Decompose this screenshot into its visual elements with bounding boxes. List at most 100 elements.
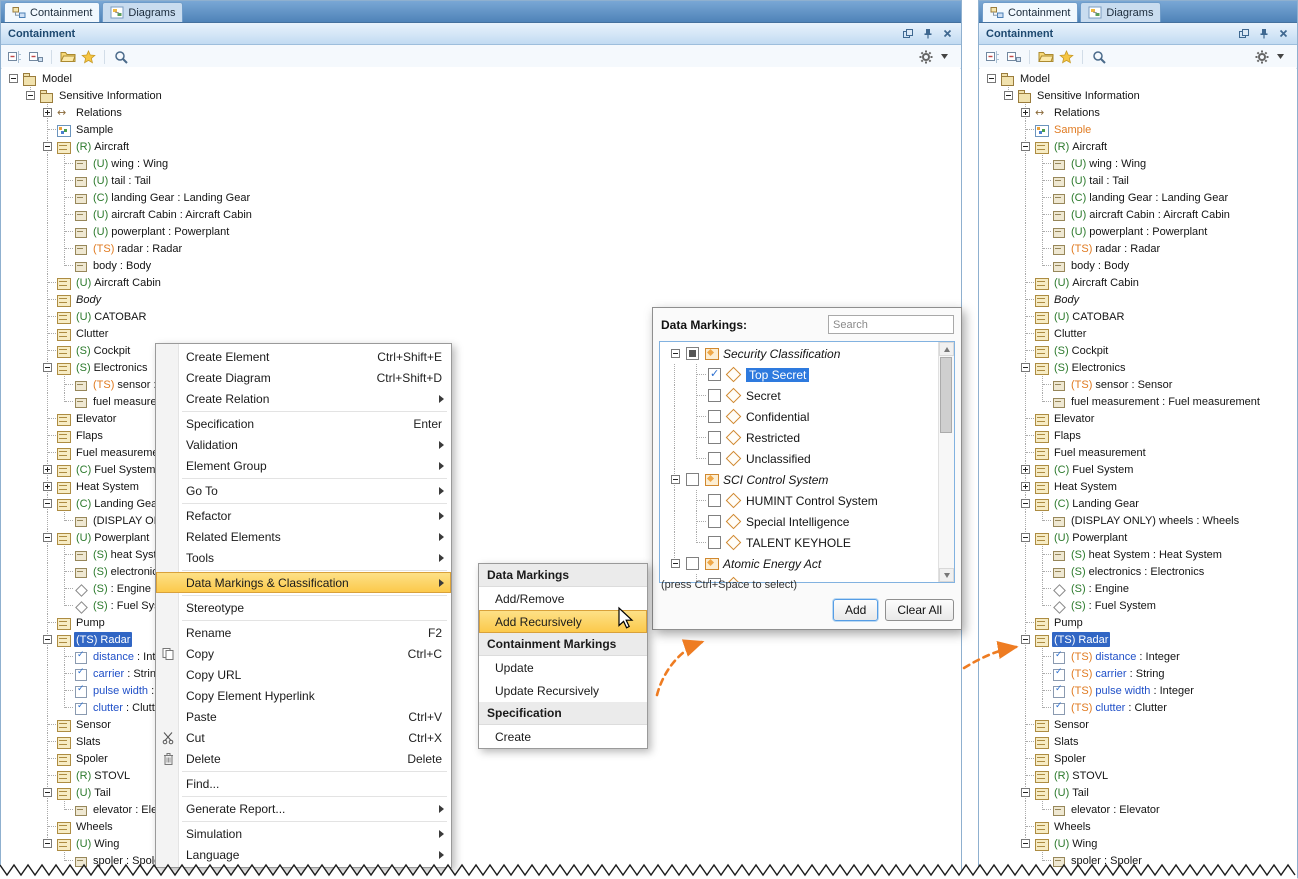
right-tree-item-body[interactable]: Body — [980, 291, 1296, 308]
add-button[interactable]: Add — [833, 599, 878, 621]
menu-item-go-to[interactable]: Go To — [156, 480, 451, 501]
right-tree-item-model[interactable]: Model — [980, 70, 1296, 87]
right-tree-item-u-catobar[interactable]: (U)CATOBAR — [980, 308, 1296, 325]
menu-item-copy-url[interactable]: Copy URL — [156, 664, 451, 685]
menu-item-data-markings-classification[interactable]: Data Markings & Classification — [156, 572, 451, 593]
right-tree-item-wheels[interactable]: Wheels — [980, 818, 1296, 835]
right-tree-item-sensor[interactable]: Sensor — [980, 716, 1296, 733]
dm-item-sci-control-system[interactable]: SCI Control System — [660, 469, 939, 490]
right-tree-item-u-tail[interactable]: (U)Tail — [980, 784, 1296, 801]
right-tree-item-fuel-measurement[interactable]: fuel measurement : Fuel measurement — [980, 393, 1296, 410]
right-tree-item-relations[interactable]: Relations — [980, 104, 1296, 121]
left-tab-diagrams[interactable]: Diagrams — [102, 2, 183, 22]
right-tab-diagrams[interactable]: Diagrams — [1080, 2, 1161, 22]
collapse-icon[interactable] — [1021, 142, 1030, 151]
collapse-icon[interactable] — [1021, 635, 1030, 644]
dm-item-secret[interactable]: Secret — [660, 385, 939, 406]
collapse-all-icon[interactable] — [6, 48, 23, 66]
collapse-selected-icon[interactable] — [1005, 48, 1022, 66]
right-tree-item-ts-radar[interactable]: (TS)Radar — [980, 631, 1296, 648]
menu-item-copy-element-hyperlink[interactable]: Copy Element Hyperlink — [156, 685, 451, 706]
right-tree-item-u-powerplant[interactable]: (U)Powerplant — [980, 529, 1296, 546]
menu-item-rename[interactable]: RenameF2 — [156, 622, 451, 643]
menu-item-validation[interactable]: Validation — [156, 434, 451, 455]
checkbox-empty[interactable] — [708, 452, 721, 465]
scrollbar[interactable] — [938, 342, 954, 582]
menu-item-related-elements[interactable]: Related Elements — [156, 526, 451, 547]
left-tree-item-wheels[interactable]: Wheels — [2, 818, 960, 835]
right-tree-item-u-aircraft-cabin[interactable]: (U)Aircraft Cabin — [980, 274, 1296, 291]
right-tree-item-s-electronics[interactable]: (S)Electronics — [980, 359, 1296, 376]
right-tree-item-s-engine[interactable]: (S): Engine — [980, 580, 1296, 597]
checkbox-empty[interactable] — [686, 473, 699, 486]
clear-all-button[interactable]: Clear All — [885, 599, 954, 621]
options-icon[interactable] — [917, 48, 934, 66]
dm-item-restricted[interactable]: Restricted — [660, 427, 939, 448]
collapse-icon[interactable] — [1004, 91, 1013, 100]
collapse-icon[interactable] — [1021, 788, 1030, 797]
search-icon[interactable] — [112, 48, 129, 66]
right-tree-item-spoler[interactable]: spoler : Spoler — [980, 852, 1296, 869]
collapse-icon[interactable] — [671, 475, 680, 484]
right-tree-item-s-heat-system[interactable]: (S)heat System : Heat System — [980, 546, 1296, 563]
checkbox-partial[interactable] — [686, 347, 699, 360]
pin-icon[interactable] — [1257, 28, 1270, 40]
scrollbar-thumb[interactable] — [940, 357, 952, 433]
checkbox-empty[interactable] — [708, 410, 721, 423]
left-tree-item-ts-radar[interactable]: (TS)radar : Radar — [2, 240, 960, 257]
collapse-icon[interactable] — [671, 349, 680, 358]
left-tree-item-r-aircraft[interactable]: (R)Aircraft — [2, 138, 960, 155]
right-tree-item-ts-clutter[interactable]: (TS)clutter : Clutter — [980, 699, 1296, 716]
right-tree-item-s-fuel-system[interactable]: (S): Fuel System — [980, 597, 1296, 614]
expand-icon[interactable] — [1021, 108, 1030, 117]
collapse-icon[interactable] — [43, 142, 52, 151]
collapse-icon[interactable] — [43, 533, 52, 542]
right-tree-item-r-stovl[interactable]: (R)STOVL — [980, 767, 1296, 784]
pin-icon[interactable] — [921, 28, 934, 40]
left-tree-item-u-tail[interactable]: (U)Tail — [2, 784, 960, 801]
close-icon[interactable] — [1277, 28, 1290, 40]
submenu-item-create[interactable]: Create — [479, 725, 647, 748]
right-tree-item-slats[interactable]: Slats — [980, 733, 1296, 750]
right-tab-containment[interactable]: Containment — [982, 2, 1078, 22]
menu-item-element-group[interactable]: Element Group — [156, 455, 451, 476]
expand-icon[interactable] — [1021, 482, 1030, 491]
menu-item-find[interactable]: Find... — [156, 773, 451, 794]
menu-item-copy[interactable]: CopyCtrl+C — [156, 643, 451, 664]
favorites-icon[interactable] — [80, 48, 97, 66]
left-tree-item-spoler[interactable]: spoler : Spoler — [2, 852, 960, 869]
right-tree-item-elevator[interactable]: elevator : Elevator — [980, 801, 1296, 818]
collapse-icon[interactable] — [1021, 363, 1030, 372]
dm-item-atomic-energy-act[interactable]: Atomic Energy Act — [660, 553, 939, 574]
right-tree-item-clutter[interactable]: Clutter — [980, 325, 1296, 342]
right-tree-item-s-electronics[interactable]: (S)electronics : Electronics — [980, 563, 1296, 580]
search-icon[interactable] — [1090, 48, 1107, 66]
dm-item-security-classification[interactable]: Security Classification — [660, 343, 939, 364]
left-tree-item-relations[interactable]: Relations — [2, 104, 960, 121]
dm-item-humint-control-system[interactable]: HUMINT Control System — [660, 490, 939, 511]
right-tree-item-c-landing-gear[interactable]: (C)Landing Gear — [980, 495, 1296, 512]
right-tree-item-body[interactable]: body : Body — [980, 257, 1296, 274]
left-tree-item-c-landing-gear[interactable]: (C)landing Gear : Landing Gear — [2, 189, 960, 206]
right-tree-item-u-tail[interactable]: (U)tail : Tail — [980, 172, 1296, 189]
menu-item-create-diagram[interactable]: Create DiagramCtrl+Shift+D — [156, 367, 451, 388]
right-tree-item-sensitive-information[interactable]: Sensitive Information — [980, 87, 1296, 104]
checkbox-empty[interactable] — [708, 389, 721, 402]
search-input[interactable] — [828, 315, 954, 334]
right-tree-item-pump[interactable]: Pump — [980, 614, 1296, 631]
right-tree-item-u-aircraft-cabin[interactable]: (U)aircraft Cabin : Aircraft Cabin — [980, 206, 1296, 223]
right-tree-item-heat-system[interactable]: Heat System — [980, 478, 1296, 495]
collapse-icon[interactable] — [1021, 499, 1030, 508]
right-tree-item-u-wing[interactable]: (U)Wing — [980, 835, 1296, 852]
collapse-icon[interactable] — [9, 74, 18, 83]
menu-item-paste[interactable]: PasteCtrl+V — [156, 706, 451, 727]
expand-icon[interactable] — [43, 482, 52, 491]
collapse-icon[interactable] — [987, 74, 996, 83]
scroll-down-icon[interactable] — [939, 568, 954, 582]
menu-item-create-element[interactable]: Create ElementCtrl+Shift+E — [156, 346, 451, 367]
right-tree-item-ts-distance[interactable]: (TS)distance : Integer — [980, 648, 1296, 665]
right-tree-item-ts-carrier[interactable]: (TS)carrier : String — [980, 665, 1296, 682]
checkbox-checked[interactable] — [708, 368, 721, 381]
checkbox-empty[interactable] — [708, 494, 721, 507]
right-tree-item-c-landing-gear[interactable]: (C)landing Gear : Landing Gear — [980, 189, 1296, 206]
